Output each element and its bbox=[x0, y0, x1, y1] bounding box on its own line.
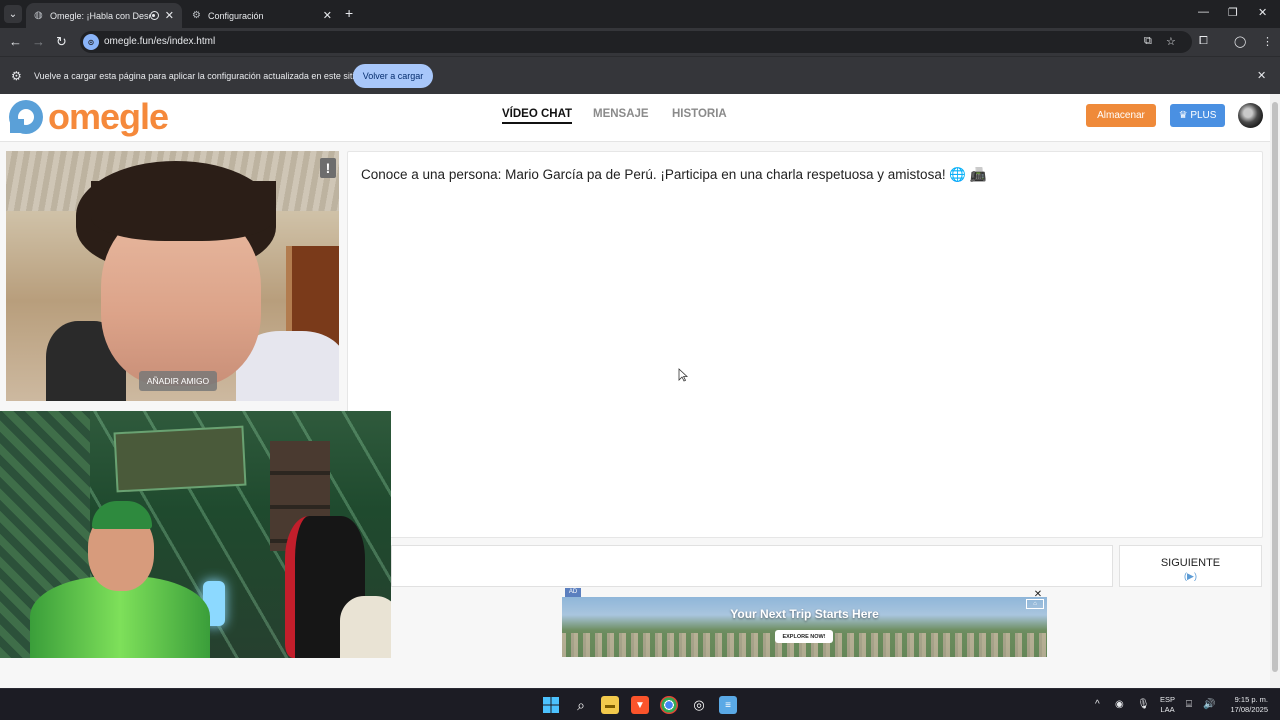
bookmark-star-icon[interactable]: ☆ bbox=[1166, 35, 1176, 48]
add-friend-button[interactable]: AÑADIR AMIGO bbox=[139, 371, 217, 391]
lang-top: ESP bbox=[1160, 695, 1176, 704]
browser-menu-icon[interactable]: ⋮ bbox=[1262, 35, 1273, 48]
play-icon: (▶) bbox=[1184, 571, 1197, 581]
ad-badge: AD bbox=[565, 588, 581, 597]
minimize-icon[interactable]: — bbox=[1198, 6, 1209, 18]
nav-video-chat[interactable]: VÍDEO CHAT bbox=[502, 108, 573, 124]
chrome-icon[interactable] bbox=[660, 696, 678, 714]
infobar-close-icon[interactable]: ✕ bbox=[1257, 69, 1266, 82]
chat-panel: Conoce a una persona: Mario García pa de… bbox=[347, 151, 1263, 538]
url-text: omegle.fun/es/index.html bbox=[104, 36, 216, 47]
video-background bbox=[113, 425, 247, 493]
nav-historia[interactable]: HISTORIA bbox=[672, 108, 727, 120]
microphone-icon[interactable]: 🎙 bbox=[1137, 699, 1150, 710]
ad-close-icon[interactable]: ✕ bbox=[1033, 590, 1043, 600]
obs-icon[interactable]: ◎ bbox=[690, 696, 708, 714]
site-header: omegle VÍDEO CHAT MENSAJE HISTORIA Almac… bbox=[0, 94, 1270, 142]
scrollbar-thumb[interactable] bbox=[1272, 102, 1278, 672]
settings-icon: ⚙ bbox=[11, 69, 22, 83]
globe-icon: ◍ bbox=[34, 9, 43, 21]
page-content: omegle VÍDEO CHAT MENSAJE HISTORIA Almac… bbox=[0, 94, 1270, 688]
reload-page-button[interactable]: Volver a cargar bbox=[353, 64, 433, 88]
video-person bbox=[340, 596, 391, 658]
tab-close-icon[interactable]: ✕ bbox=[323, 9, 332, 22]
reload-infobar: ⚙ Vuelve a cargar esta página para aplic… bbox=[0, 56, 1280, 94]
brave-browser-icon[interactable]: ▼ bbox=[631, 696, 649, 714]
profile-icon[interactable]: ◯ bbox=[1234, 35, 1246, 48]
window-close-icon[interactable]: ✕ bbox=[1258, 6, 1267, 19]
network-icon[interactable]: ⌸ bbox=[1186, 699, 1192, 710]
volume-icon[interactable]: 🔊 bbox=[1203, 699, 1215, 710]
omegle-logo-icon[interactable] bbox=[6, 97, 46, 137]
clock-date: 17/08/2025 bbox=[1230, 705, 1268, 714]
next-label: SIGUIENTE bbox=[1160, 557, 1221, 569]
site-info-icon[interactable]: ⊙ bbox=[83, 34, 99, 50]
browser-toolbar: ← → ↻ ⊙ omegle.fun/es/index.html ⧉ ☆ ⧠ ◯… bbox=[0, 28, 1280, 56]
store-button[interactable]: Almacenar bbox=[1086, 104, 1156, 127]
ad-title: Your Next Trip Starts Here bbox=[730, 607, 879, 621]
forward-icon[interactable]: → bbox=[32, 34, 45, 49]
clock-time: 9:15 p. m. bbox=[1234, 695, 1268, 704]
ad-banner[interactable]: Your Next Trip Starts Here EXPLORE NOW! … bbox=[562, 597, 1047, 657]
extensions-icon[interactable]: ⧠ bbox=[1199, 35, 1208, 48]
stranger-video: ! AÑADIR AMIGO bbox=[6, 151, 339, 401]
mouse-cursor-icon bbox=[678, 368, 688, 382]
back-icon[interactable]: ← bbox=[9, 34, 22, 49]
restore-icon[interactable]: ❐ bbox=[1228, 6, 1238, 19]
notepad-icon[interactable]: ≡ bbox=[719, 696, 737, 714]
file-explorer-icon[interactable]: ▬ bbox=[601, 696, 619, 714]
self-video bbox=[0, 411, 391, 658]
plus-button[interactable]: ♛ PLUS bbox=[1170, 104, 1225, 127]
tab-configuracion[interactable]: ⚙ Configuración ✕ bbox=[184, 3, 340, 28]
search-icon[interactable]: ⌕ bbox=[572, 696, 590, 714]
tab-close-icon[interactable]: ✕ bbox=[165, 9, 174, 22]
address-bar[interactable]: ⊙ omegle.fun/es/index.html ⧉ ☆ bbox=[80, 31, 1192, 53]
tab-title: Configuración bbox=[208, 10, 264, 21]
language-indicator[interactable]: ESP LAA bbox=[1160, 695, 1175, 715]
nav-mensaje[interactable]: MENSAJE bbox=[593, 108, 649, 120]
reload-icon[interactable]: ↻ bbox=[56, 34, 67, 50]
clock[interactable]: 9:15 p. m. 17/08/2025 bbox=[1224, 695, 1268, 715]
lang-bottom: LAA bbox=[1160, 705, 1175, 714]
new-tab-icon[interactable]: + bbox=[345, 5, 353, 21]
message-input[interactable] bbox=[391, 545, 1113, 587]
ad-logo-icon: ⌂ bbox=[1026, 599, 1044, 609]
tab-search-icon[interactable]: ⌄ bbox=[4, 5, 22, 23]
install-app-icon[interactable]: ⧉ bbox=[1144, 35, 1152, 48]
plus-label: PLUS bbox=[1190, 110, 1217, 121]
tab-bar: ⌄ ◍ Omegle: ¡Habla con Descor ✕ ⚙ Config… bbox=[0, 0, 1280, 28]
system-message: Conoce a una persona: Mario García pa de… bbox=[361, 167, 987, 182]
infobar-text: Vuelve a cargar esta página para aplicar… bbox=[34, 71, 360, 81]
tray-app-icon[interactable]: ◉ bbox=[1115, 699, 1124, 710]
next-button[interactable]: SIGUIENTE (▶) bbox=[1119, 545, 1262, 587]
tray-chevron-up-icon[interactable]: ^ bbox=[1095, 699, 1100, 710]
windows-start-icon[interactable] bbox=[542, 696, 560, 714]
gear-icon: ⚙ bbox=[192, 9, 201, 21]
crown-icon: ♛ bbox=[1178, 110, 1191, 121]
report-icon[interactable]: ! bbox=[320, 158, 336, 178]
avatar[interactable] bbox=[1238, 103, 1263, 128]
tab-omegle[interactable]: ◍ Omegle: ¡Habla con Descor ✕ bbox=[26, 3, 182, 28]
ad-cta-button[interactable]: EXPLORE NOW! bbox=[775, 630, 833, 643]
page-scrollbar[interactable] bbox=[1270, 94, 1280, 688]
logo-text[interactable]: omegle bbox=[48, 96, 169, 138]
tab-title: Omegle: ¡Habla con Descor bbox=[50, 10, 150, 21]
taskbar: ⌕ ▬ ▼ ◎ ≡ ^ ◉ 🎙 ESP LAA ⌸ 🔊 9:15 p. m. 1… bbox=[0, 688, 1280, 720]
recording-icon bbox=[149, 11, 159, 20]
video-person bbox=[91, 181, 276, 241]
